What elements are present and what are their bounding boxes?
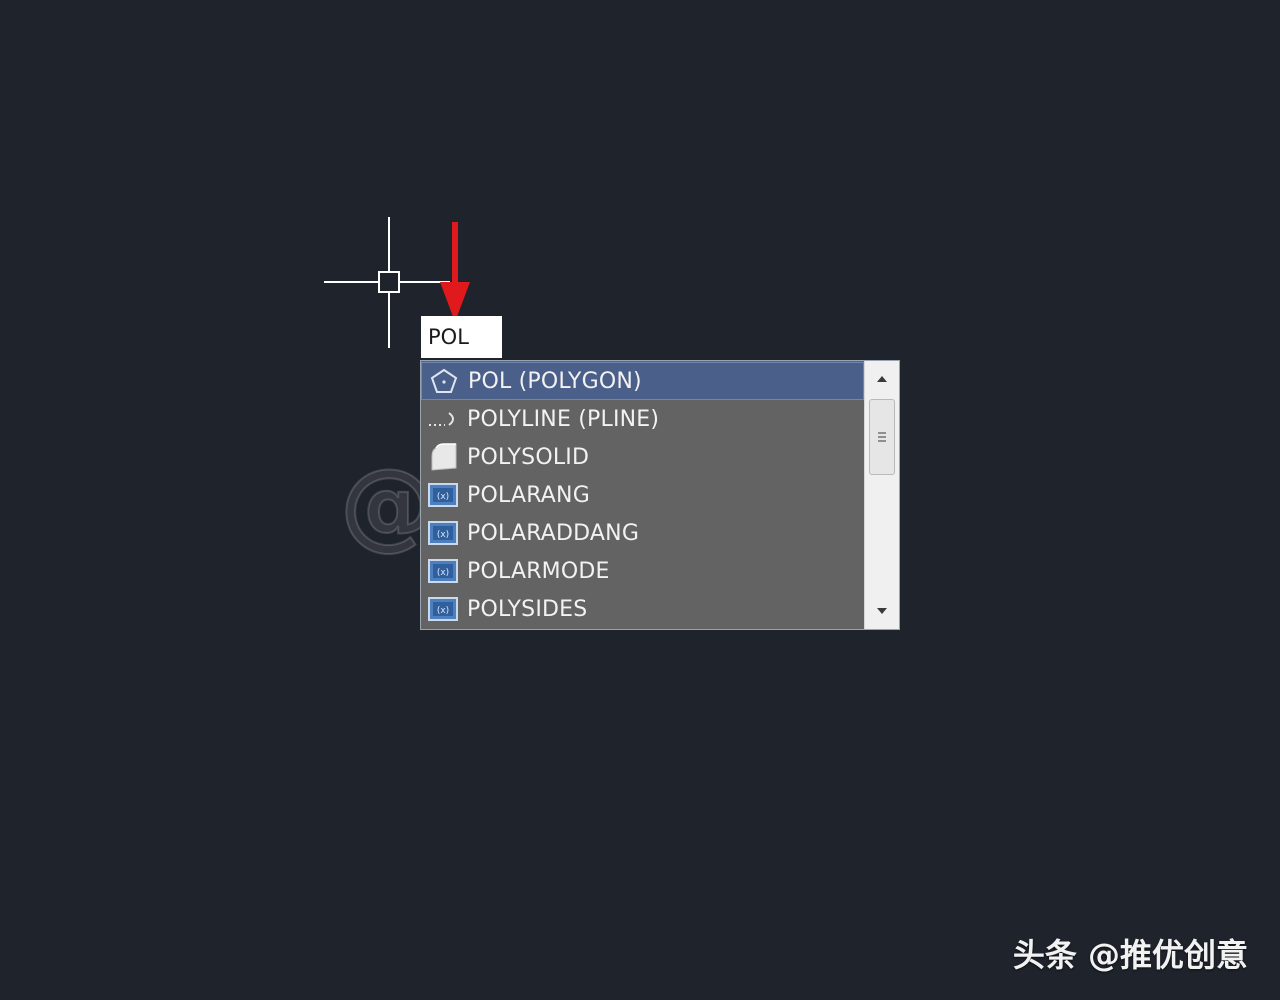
command-input[interactable] xyxy=(421,316,502,358)
svg-text:(x): (x) xyxy=(437,606,449,616)
svg-text:(x): (x) xyxy=(437,530,449,540)
list-item[interactable]: (x) POLYSIDES xyxy=(421,590,864,628)
scroll-down-button[interactable] xyxy=(865,593,899,629)
list-item-label: POLYSIDES xyxy=(467,596,588,622)
svg-text:(x): (x) xyxy=(437,492,449,502)
list-item[interactable]: POLYSOLID xyxy=(421,438,864,476)
list-item-label: POLARMODE xyxy=(467,558,610,584)
drawing-canvas[interactable]: @推优创意 POL (POLYGON) xyxy=(0,0,1280,1000)
system-variable-icon: (x) xyxy=(427,555,459,587)
list-item[interactable]: POLYLINE (PLINE) xyxy=(421,400,864,438)
list-item-label: POL (POLYGON) xyxy=(468,368,642,394)
grip-icon xyxy=(878,432,886,442)
list-item[interactable]: (x) POLARANG xyxy=(421,476,864,514)
scrollbar[interactable] xyxy=(864,361,899,629)
list-item[interactable]: (x) POLARADDANG xyxy=(421,514,864,552)
list-item[interactable]: (x) POLARMODE xyxy=(421,552,864,590)
suggestion-list: POL (POLYGON) POLYLINE (PLINE) POLYSOLID… xyxy=(421,361,864,629)
list-item-label: POLYSOLID xyxy=(467,444,590,470)
system-variable-icon: (x) xyxy=(427,517,459,549)
scroll-up-button[interactable] xyxy=(865,361,899,397)
polygon-icon xyxy=(428,365,460,397)
red-arrow-icon xyxy=(440,222,470,322)
list-item-label: POLARADDANG xyxy=(467,520,640,546)
svg-text:(x): (x) xyxy=(437,568,449,578)
list-item[interactable]: POL (POLYGON) xyxy=(421,362,864,400)
system-variable-icon: (x) xyxy=(427,479,459,511)
scroll-thumb[interactable] xyxy=(869,399,895,475)
polysolid-icon xyxy=(427,441,459,473)
chevron-down-icon xyxy=(877,608,887,614)
polyline-icon xyxy=(427,403,459,435)
list-item-label: POLARANG xyxy=(467,482,590,508)
chevron-up-icon xyxy=(877,376,887,382)
system-variable-icon: (x) xyxy=(427,593,459,625)
source-credit: 头条 @推优创意 xyxy=(1012,936,1248,974)
list-item-label: POLYLINE (PLINE) xyxy=(467,406,660,432)
command-autocomplete-list: POL (POLYGON) POLYLINE (PLINE) POLYSOLID… xyxy=(420,360,900,630)
